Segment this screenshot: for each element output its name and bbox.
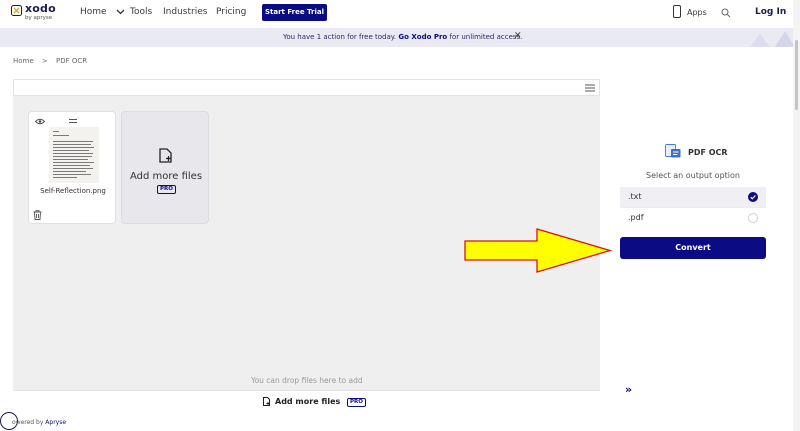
bottom-add-files-label: Add more files — [275, 397, 341, 406]
close-icon[interactable]: ✕ — [514, 31, 522, 41]
phone-icon — [673, 5, 681, 18]
trash-icon[interactable] — [33, 210, 42, 220]
top-nav: xodo by apryse Home Tools Industries Pri… — [0, 0, 800, 27]
apryse-link[interactable]: Apryse — [45, 419, 66, 426]
powered-by-prefix: owered by — [12, 419, 44, 426]
brand-tagline: by apryse — [25, 15, 53, 21]
file-name: Self-Reflection.png — [40, 187, 106, 195]
xodo-logo-icon — [11, 5, 22, 16]
convert-button[interactable]: Convert — [620, 237, 766, 259]
drop-hint: You can drop files here to add — [251, 376, 363, 385]
login-link[interactable]: Log In — [755, 7, 786, 17]
radio-checked-icon[interactable] — [748, 192, 758, 202]
brand-name: xodo — [25, 2, 56, 15]
file-card[interactable]: Self-Reflection.png — [28, 111, 116, 224]
output-option-txt[interactable]: .txt — [620, 187, 766, 207]
tool-title: PDF OCR — [688, 148, 728, 157]
option-label: .pdf — [628, 213, 644, 222]
output-option-label: Select an output option — [646, 171, 740, 180]
start-free-trial-button[interactable]: Start Free Trial — [262, 4, 327, 21]
go-pro-link[interactable]: Go Xodo Pro — [398, 33, 447, 41]
pro-badge: PRO — [157, 185, 176, 194]
option-label: .txt — [628, 192, 642, 201]
add-more-files-card[interactable]: Add more files PRO — [121, 111, 209, 224]
bottom-add-files-bar[interactable]: Add more files PRO — [13, 390, 600, 412]
collapse-panel-icon[interactable]: » — [625, 383, 632, 396]
breadcrumb-current: PDF OCR — [56, 57, 88, 65]
breadcrumb-home[interactable]: Home — [13, 57, 34, 65]
add-file-icon — [159, 148, 172, 163]
nav-home[interactable]: Home — [80, 7, 107, 17]
radio-unchecked-icon[interactable] — [748, 213, 758, 223]
output-option-pdf[interactable]: .pdf — [620, 207, 766, 227]
pro-badge: PRO — [347, 398, 366, 407]
chevron-down-icon[interactable] — [116, 7, 125, 16]
nav-tools[interactable]: Tools — [130, 7, 152, 17]
banner-decoration — [750, 31, 795, 47]
banner-text: You have 1 action for free today. Go Xod… — [283, 33, 522, 41]
drag-handle-icon[interactable] — [69, 119, 77, 123]
banner-text-before: You have 1 action for free today. — [283, 33, 397, 41]
nav-industries[interactable]: Industries — [163, 7, 207, 17]
scrollbar-thumb[interactable] — [795, 40, 798, 110]
pdf-ocr-icon — [665, 144, 681, 158]
promo-banner: You have 1 action for free today. Go Xod… — [0, 28, 800, 47]
powered-by: owered by Apryse — [12, 419, 66, 426]
eye-icon[interactable] — [35, 118, 45, 125]
banner-text-after: for unlimited access. — [449, 33, 523, 41]
breadcrumb-separator: > — [41, 57, 48, 65]
breadcrumb: Home > PDF OCR — [13, 57, 93, 65]
add-file-icon — [263, 397, 270, 406]
workspace-toolbar — [13, 79, 600, 96]
file-thumbnail — [49, 127, 99, 183]
list-view-icon[interactable] — [585, 84, 595, 92]
xodo-logo[interactable]: xodo by apryse — [11, 2, 61, 24]
annotation-arrow — [464, 228, 613, 273]
nav-pricing[interactable]: Pricing — [216, 7, 246, 17]
nav-apps[interactable]: Apps — [687, 8, 707, 17]
search-icon[interactable] — [721, 8, 731, 18]
add-more-files-label: Add more files — [129, 171, 203, 182]
